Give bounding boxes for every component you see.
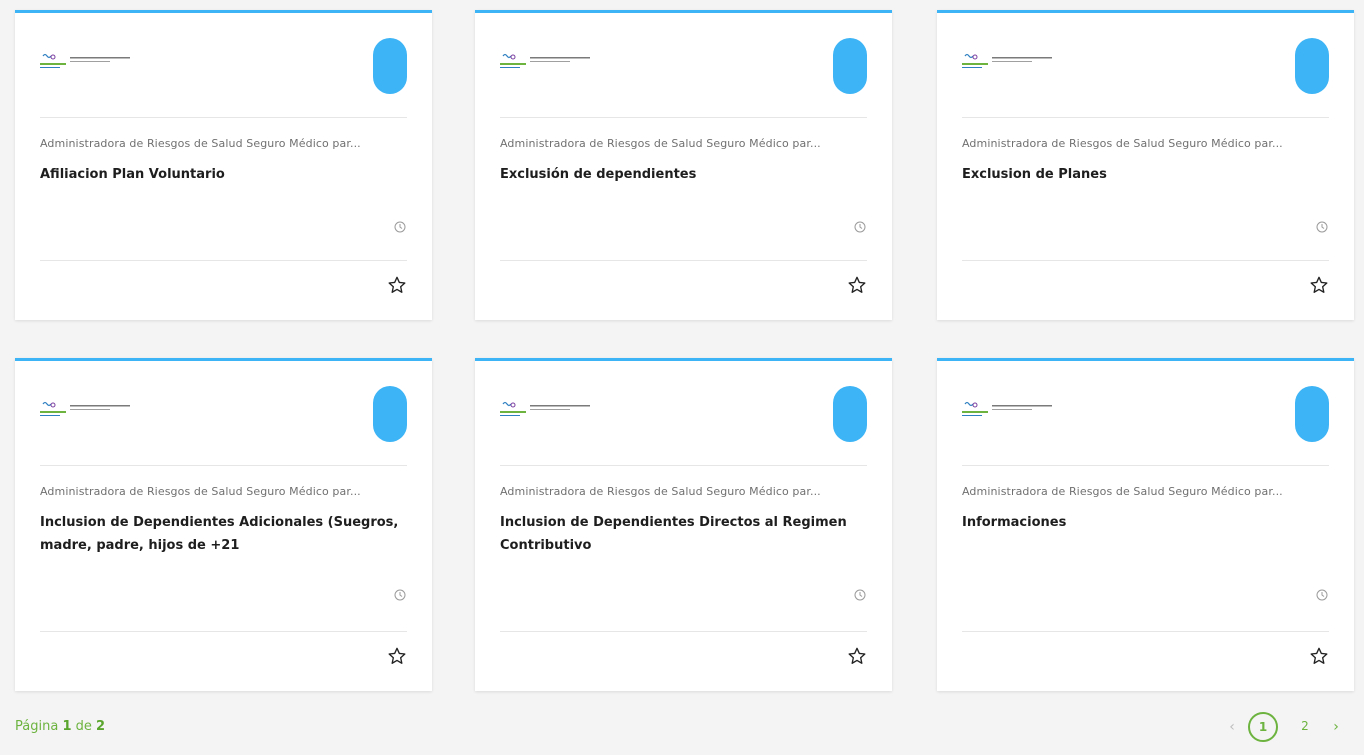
card-organization: Administradora de Riesgos de Salud Segur… (962, 137, 1283, 150)
service-card[interactable]: Administradora de Riesgos de Salud Segur… (15, 10, 432, 320)
service-card[interactable]: Administradora de Riesgos de Salud Segur… (937, 10, 1354, 320)
chevron-right-icon[interactable]: › (1326, 719, 1346, 735)
card-badge (373, 386, 407, 442)
card-footer (40, 260, 407, 320)
page-button-1[interactable]: 1 (1248, 712, 1278, 742)
card-organization: Administradora de Riesgos de Salud Segur… (962, 485, 1283, 498)
card-title[interactable]: Exclusion de Planes (962, 163, 1329, 186)
card-badge (833, 38, 867, 94)
card-header (962, 13, 1329, 118)
card-title[interactable]: Afiliacion Plan Voluntario (40, 163, 407, 186)
clock-icon (1316, 221, 1328, 233)
service-card[interactable]: Administradora de Riesgos de Salud Segur… (937, 358, 1354, 691)
ars-logo (40, 53, 130, 68)
clock-icon (394, 589, 406, 601)
ars-logo (962, 53, 1052, 68)
card-badge (373, 38, 407, 94)
pagination-current: 1 (62, 719, 72, 734)
card-title[interactable]: Inclusion de Dependientes Adicionales (S… (40, 511, 407, 557)
favorite-star-icon[interactable] (1309, 646, 1329, 666)
card-organization: Administradora de Riesgos de Salud Segur… (500, 137, 821, 150)
clock-icon (394, 221, 406, 233)
card-title[interactable]: Inclusion de Dependientes Directos al Re… (500, 511, 867, 557)
card-header (40, 13, 407, 118)
pagination-summary: Página 1 de 2 (15, 719, 105, 734)
card-header (500, 13, 867, 118)
card-badge (1295, 386, 1329, 442)
pagination-total: 2 (96, 719, 106, 734)
card-header (500, 361, 867, 466)
page-button-2[interactable]: 2 (1290, 712, 1320, 742)
card-footer (962, 631, 1329, 691)
card-title[interactable]: Exclusión de dependientes (500, 163, 867, 186)
favorite-star-icon[interactable] (387, 646, 407, 666)
service-card[interactable]: Administradora de Riesgos de Salud Segur… (15, 358, 432, 691)
card-header (962, 361, 1329, 466)
card-title[interactable]: Informaciones (962, 511, 1329, 534)
card-organization: Administradora de Riesgos de Salud Segur… (40, 137, 361, 150)
service-card[interactable]: Administradora de Riesgos de Salud Segur… (475, 10, 892, 320)
card-badge (1295, 38, 1329, 94)
favorite-star-icon[interactable] (1309, 275, 1329, 295)
service-card[interactable]: Administradora de Riesgos de Salud Segur… (475, 358, 892, 691)
ars-logo (962, 401, 1052, 416)
card-footer (500, 631, 867, 691)
clock-icon (854, 589, 866, 601)
favorite-star-icon[interactable] (847, 275, 867, 295)
card-organization: Administradora de Riesgos de Salud Segur… (40, 485, 361, 498)
pagination-of: de (75, 719, 92, 734)
card-footer (40, 631, 407, 691)
ars-logo (40, 401, 130, 416)
card-organization: Administradora de Riesgos de Salud Segur… (500, 485, 821, 498)
clock-icon (1316, 589, 1328, 601)
favorite-star-icon[interactable] (847, 646, 867, 666)
ars-logo (500, 53, 590, 68)
favorite-star-icon[interactable] (387, 275, 407, 295)
ars-logo (500, 401, 590, 416)
card-footer (500, 260, 867, 320)
card-footer (962, 260, 1329, 320)
pagination-controls: ‹ 1 2 › (1222, 712, 1346, 742)
card-header (40, 361, 407, 466)
card-badge (833, 386, 867, 442)
chevron-left-icon[interactable]: ‹ (1222, 719, 1242, 735)
pagination-label: Página (15, 719, 59, 734)
clock-icon (854, 221, 866, 233)
